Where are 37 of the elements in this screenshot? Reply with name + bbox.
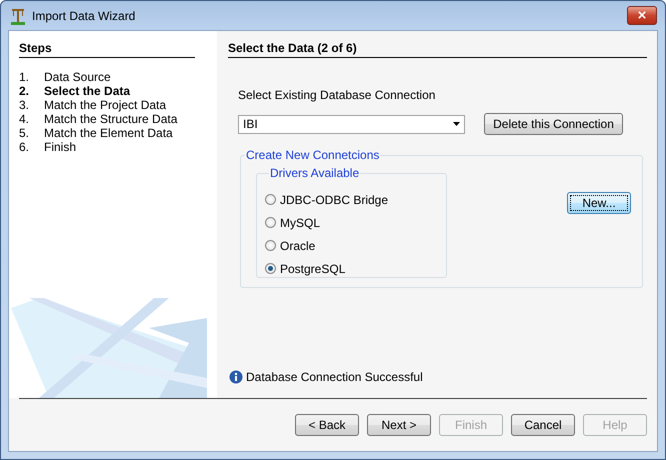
caret-icon bbox=[453, 122, 460, 126]
radio-label[interactable]: PostgreSQL bbox=[280, 262, 346, 276]
radio-button[interactable] bbox=[265, 240, 276, 251]
step-label: Data Source bbox=[44, 70, 111, 84]
connection-dropdown[interactable]: IBI bbox=[238, 114, 465, 134]
delete-connection-button[interactable]: Delete this Connection bbox=[484, 113, 623, 135]
close-button[interactable]: × bbox=[627, 6, 657, 25]
step-number: 1. bbox=[19, 70, 30, 84]
radio-label[interactable]: JDBC-ODBC Bridge bbox=[280, 192, 388, 206]
step-label: Match the Structure Data bbox=[44, 112, 178, 126]
wizard-button[interactable]: Cancel bbox=[511, 414, 575, 436]
page-heading: Select the Data (2 of 6) bbox=[228, 41, 647, 58]
new-button[interactable]: New... bbox=[567, 192, 631, 214]
step-label: Finish bbox=[44, 140, 76, 154]
group-title: Drivers Available bbox=[269, 166, 360, 180]
radio-button[interactable] bbox=[265, 263, 276, 274]
step-number: 2. bbox=[19, 84, 30, 98]
step-number: 4. bbox=[19, 112, 30, 126]
steps-heading: Steps bbox=[19, 41, 195, 58]
step-number: 5. bbox=[19, 126, 30, 140]
step-label: Match the Element Data bbox=[44, 126, 173, 140]
wizard-button[interactable]: Next > bbox=[367, 414, 431, 436]
step-label: Match the Project Data bbox=[44, 98, 166, 112]
connection-label: Select Existing Database Connection bbox=[238, 88, 436, 102]
wizard-button[interactable]: < Back bbox=[295, 414, 359, 436]
window-title: Import Data Wizard bbox=[32, 8, 136, 22]
info-icon bbox=[229, 370, 243, 384]
radio-button[interactable] bbox=[265, 217, 276, 228]
radio-label[interactable]: MySQL bbox=[280, 216, 320, 230]
status-message: Database Connection Successful bbox=[246, 370, 423, 384]
app-icon bbox=[10, 6, 26, 24]
radio-button[interactable] bbox=[265, 194, 276, 205]
radio-label[interactable]: Oracle bbox=[280, 238, 316, 252]
step-number: 3. bbox=[19, 98, 30, 112]
group-title: Create New Connetcions bbox=[245, 148, 380, 162]
step-number: 6. bbox=[19, 140, 30, 154]
step-label: Select the Data bbox=[44, 84, 130, 98]
